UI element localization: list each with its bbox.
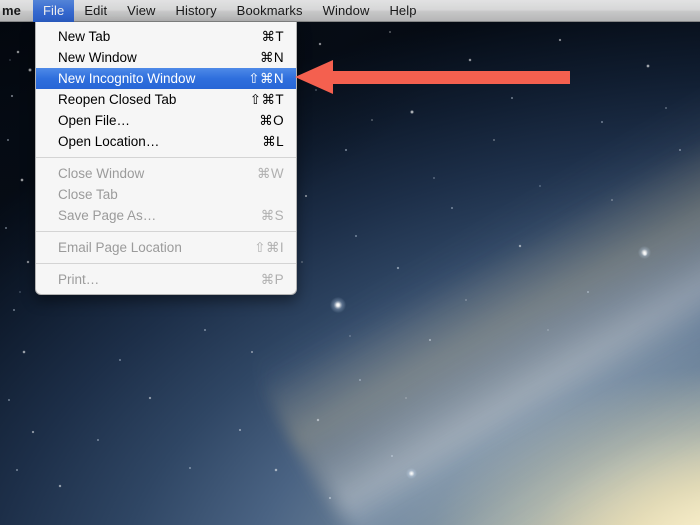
menu-item-close-window: Close Window ⌘W bbox=[36, 163, 296, 184]
menu-item-label: Close Tab bbox=[58, 187, 118, 202]
menu-item-shortcut: ⌘T bbox=[261, 28, 284, 44]
menubar-item-label: me bbox=[2, 3, 21, 18]
menubar-item-label: View bbox=[127, 3, 156, 18]
menu-item-label: Open Location… bbox=[58, 134, 160, 149]
menu-item-close-tab: Close Tab bbox=[36, 184, 296, 205]
menu-item-label: Print… bbox=[58, 272, 100, 287]
menu-item-save-page-as: Save Page As… ⌘S bbox=[36, 205, 296, 226]
menu-item-open-file[interactable]: Open File… ⌘O bbox=[36, 110, 296, 131]
menu-item-shortcut: ⌘S bbox=[260, 207, 284, 223]
menu-item-reopen-closed-tab[interactable]: Reopen Closed Tab ⇧⌘T bbox=[36, 89, 296, 110]
menubar-item-app[interactable]: me bbox=[0, 0, 33, 22]
menu-item-label: Open File… bbox=[58, 113, 131, 128]
menu-item-shortcut: ⇧⌘I bbox=[254, 239, 284, 255]
menubar-item-help[interactable]: Help bbox=[379, 0, 426, 22]
menu-item-shortcut: ⌘N bbox=[259, 49, 284, 65]
menu-bar: me File Edit View History Bookmarks Wind… bbox=[0, 0, 700, 22]
menu-separator bbox=[36, 157, 296, 158]
menubar-item-label: Edit bbox=[84, 3, 108, 18]
desktop-screen: me File Edit View History Bookmarks Wind… bbox=[0, 0, 700, 525]
menubar-item-bookmarks[interactable]: Bookmarks bbox=[227, 0, 313, 22]
menubar-item-edit[interactable]: Edit bbox=[74, 0, 117, 22]
menu-item-shortcut: ⌘O bbox=[259, 112, 284, 128]
menu-separator bbox=[36, 263, 296, 264]
menu-item-shortcut: ⇧⌘T bbox=[249, 91, 284, 107]
menu-item-new-incognito-window[interactable]: New Incognito Window ⇧⌘N bbox=[36, 68, 296, 89]
menu-item-open-location[interactable]: Open Location… ⌘L bbox=[36, 131, 296, 152]
menubar-item-label: Window bbox=[322, 3, 370, 18]
menu-item-label: Close Window bbox=[58, 166, 145, 181]
menu-item-print: Print… ⌘P bbox=[36, 269, 296, 290]
menu-item-label: New Tab bbox=[58, 29, 111, 44]
menu-separator bbox=[36, 231, 296, 232]
menu-item-label: Reopen Closed Tab bbox=[58, 92, 177, 107]
menubar-item-label: File bbox=[43, 3, 65, 18]
menubar-item-file[interactable]: File bbox=[33, 0, 75, 22]
menu-item-shortcut: ⌘L bbox=[262, 133, 284, 149]
menu-item-new-tab[interactable]: New Tab ⌘T bbox=[36, 26, 296, 47]
menubar-item-label: Help bbox=[389, 3, 417, 18]
menu-item-shortcut: ⌘W bbox=[256, 165, 284, 181]
menu-item-email-page-location: Email Page Location ⇧⌘I bbox=[36, 237, 296, 258]
menubar-item-window[interactable]: Window bbox=[313, 0, 380, 22]
menu-item-label: New Incognito Window bbox=[58, 71, 196, 86]
file-dropdown-menu: New Tab ⌘T New Window ⌘N New Incognito W… bbox=[35, 22, 297, 295]
menubar-item-label: Bookmarks bbox=[236, 3, 303, 18]
menubar-item-label: History bbox=[175, 3, 217, 18]
menu-item-shortcut: ⌘P bbox=[260, 271, 284, 287]
menu-item-label: New Window bbox=[58, 50, 137, 65]
menu-item-label: Save Page As… bbox=[58, 208, 157, 223]
menu-item-new-window[interactable]: New Window ⌘N bbox=[36, 47, 296, 68]
menu-item-label: Email Page Location bbox=[58, 240, 182, 255]
menu-item-shortcut: ⇧⌘N bbox=[248, 70, 284, 86]
menubar-item-history[interactable]: History bbox=[166, 0, 227, 22]
menubar-item-view[interactable]: View bbox=[117, 0, 165, 22]
